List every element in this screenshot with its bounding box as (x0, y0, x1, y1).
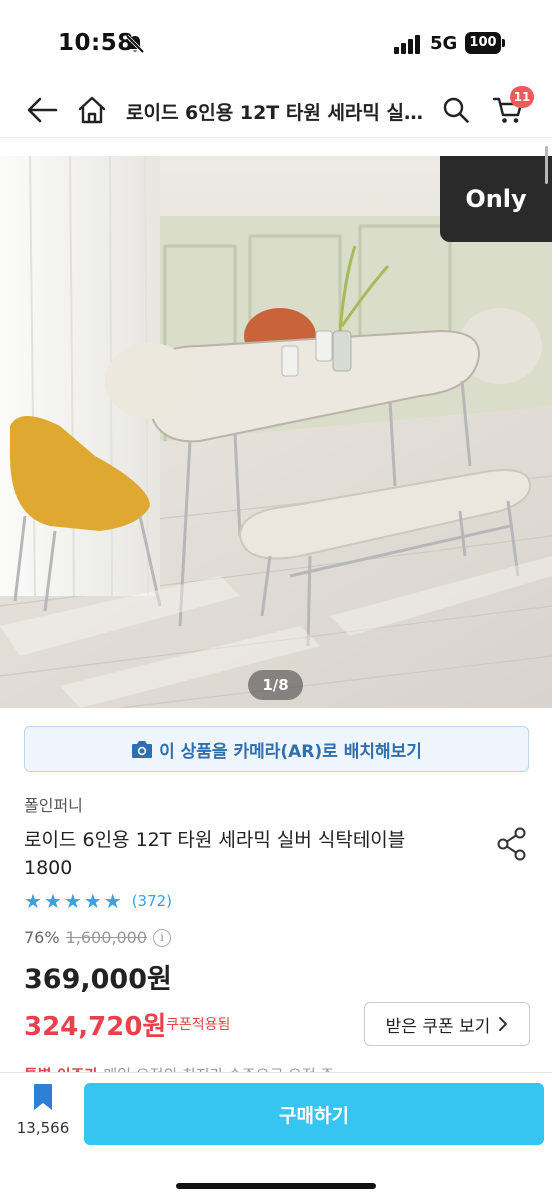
star-icon: ★ (24, 889, 42, 913)
signal-icon (394, 35, 420, 54)
battery-icon: 100 (465, 32, 505, 54)
ar-view-button[interactable]: 이 상품을 카메라(AR)로 배치해보기 (24, 726, 529, 772)
battery-level: 100 (465, 32, 501, 54)
info-icon[interactable]: i (153, 928, 171, 947)
status-bar: 10:58 5G 100 (0, 0, 552, 84)
wishlist-count: 13,566 (16, 1119, 70, 1137)
search-button[interactable] (436, 90, 476, 130)
view-coupons-button[interactable]: 받은 쿠폰 보기 (364, 1002, 530, 1046)
status-time: 10:58 (58, 30, 134, 56)
bell-muted-icon (125, 34, 145, 54)
star-icon: ★ (83, 889, 102, 913)
share-icon (497, 827, 526, 861)
image-page-indicator: 1/8 (248, 670, 303, 700)
coupon-price: 324,720원 (24, 1012, 167, 1042)
star-icon: ★ (43, 889, 62, 913)
header-title: 로이드 6인용 12T 타원 세라믹 실버 식탁테이블 1800 (126, 102, 426, 124)
wishlist-button[interactable]: 13,566 (10, 1083, 76, 1153)
star-icon: ★ (63, 889, 82, 913)
star-icon: ★ (103, 889, 122, 913)
bookmark-icon (34, 1084, 52, 1110)
review-count[interactable]: (372) (132, 892, 172, 910)
discount-rate: 76% (24, 928, 60, 947)
rating-row[interactable]: ★ ★ ★ ★ ★ (372) (24, 890, 172, 912)
discount-row: 76% 1,600,000 i (24, 928, 171, 947)
sale-price: 369,000원 (24, 964, 172, 995)
camera-icon (132, 741, 153, 758)
home-icon (78, 96, 106, 124)
product-title: 로이드 6인용 12T 타원 세라믹 실버 식탁테이블 1800 (24, 829, 406, 879)
network-label: 5G (430, 33, 458, 54)
cart-count-badge: 11 (510, 86, 534, 108)
back-button[interactable] (22, 90, 62, 130)
only-badge: Only (440, 156, 552, 242)
chevron-right-icon (499, 1017, 508, 1031)
home-indicator (176, 1183, 376, 1189)
back-arrow-icon (27, 97, 58, 123)
top-nav: 로이드 6인용 12T 타원 세라믹 실버 식탁테이블 1800 (0, 84, 552, 138)
original-price: 1,600,000 (65, 928, 147, 947)
ar-button-label: 이 상품을 카메라(AR)로 배치해보기 (159, 741, 422, 762)
buy-button[interactable]: 구매하기 (84, 1083, 544, 1145)
scrollbar-thumb[interactable] (545, 146, 548, 184)
home-button[interactable] (72, 90, 112, 130)
share-button[interactable] (492, 824, 532, 864)
bottom-action-bar: 13,566 구매하기 (0, 1072, 552, 1200)
search-icon (443, 97, 469, 123)
brand-name[interactable]: 폴인퍼니 (24, 792, 83, 816)
product-image-carousel[interactable]: Only 1/8 (0, 156, 552, 708)
coupon-button-label: 받은 쿠폰 보기 (385, 1016, 491, 1037)
coupon-applied-note: 쿠폰적용됨 (166, 1017, 231, 1033)
